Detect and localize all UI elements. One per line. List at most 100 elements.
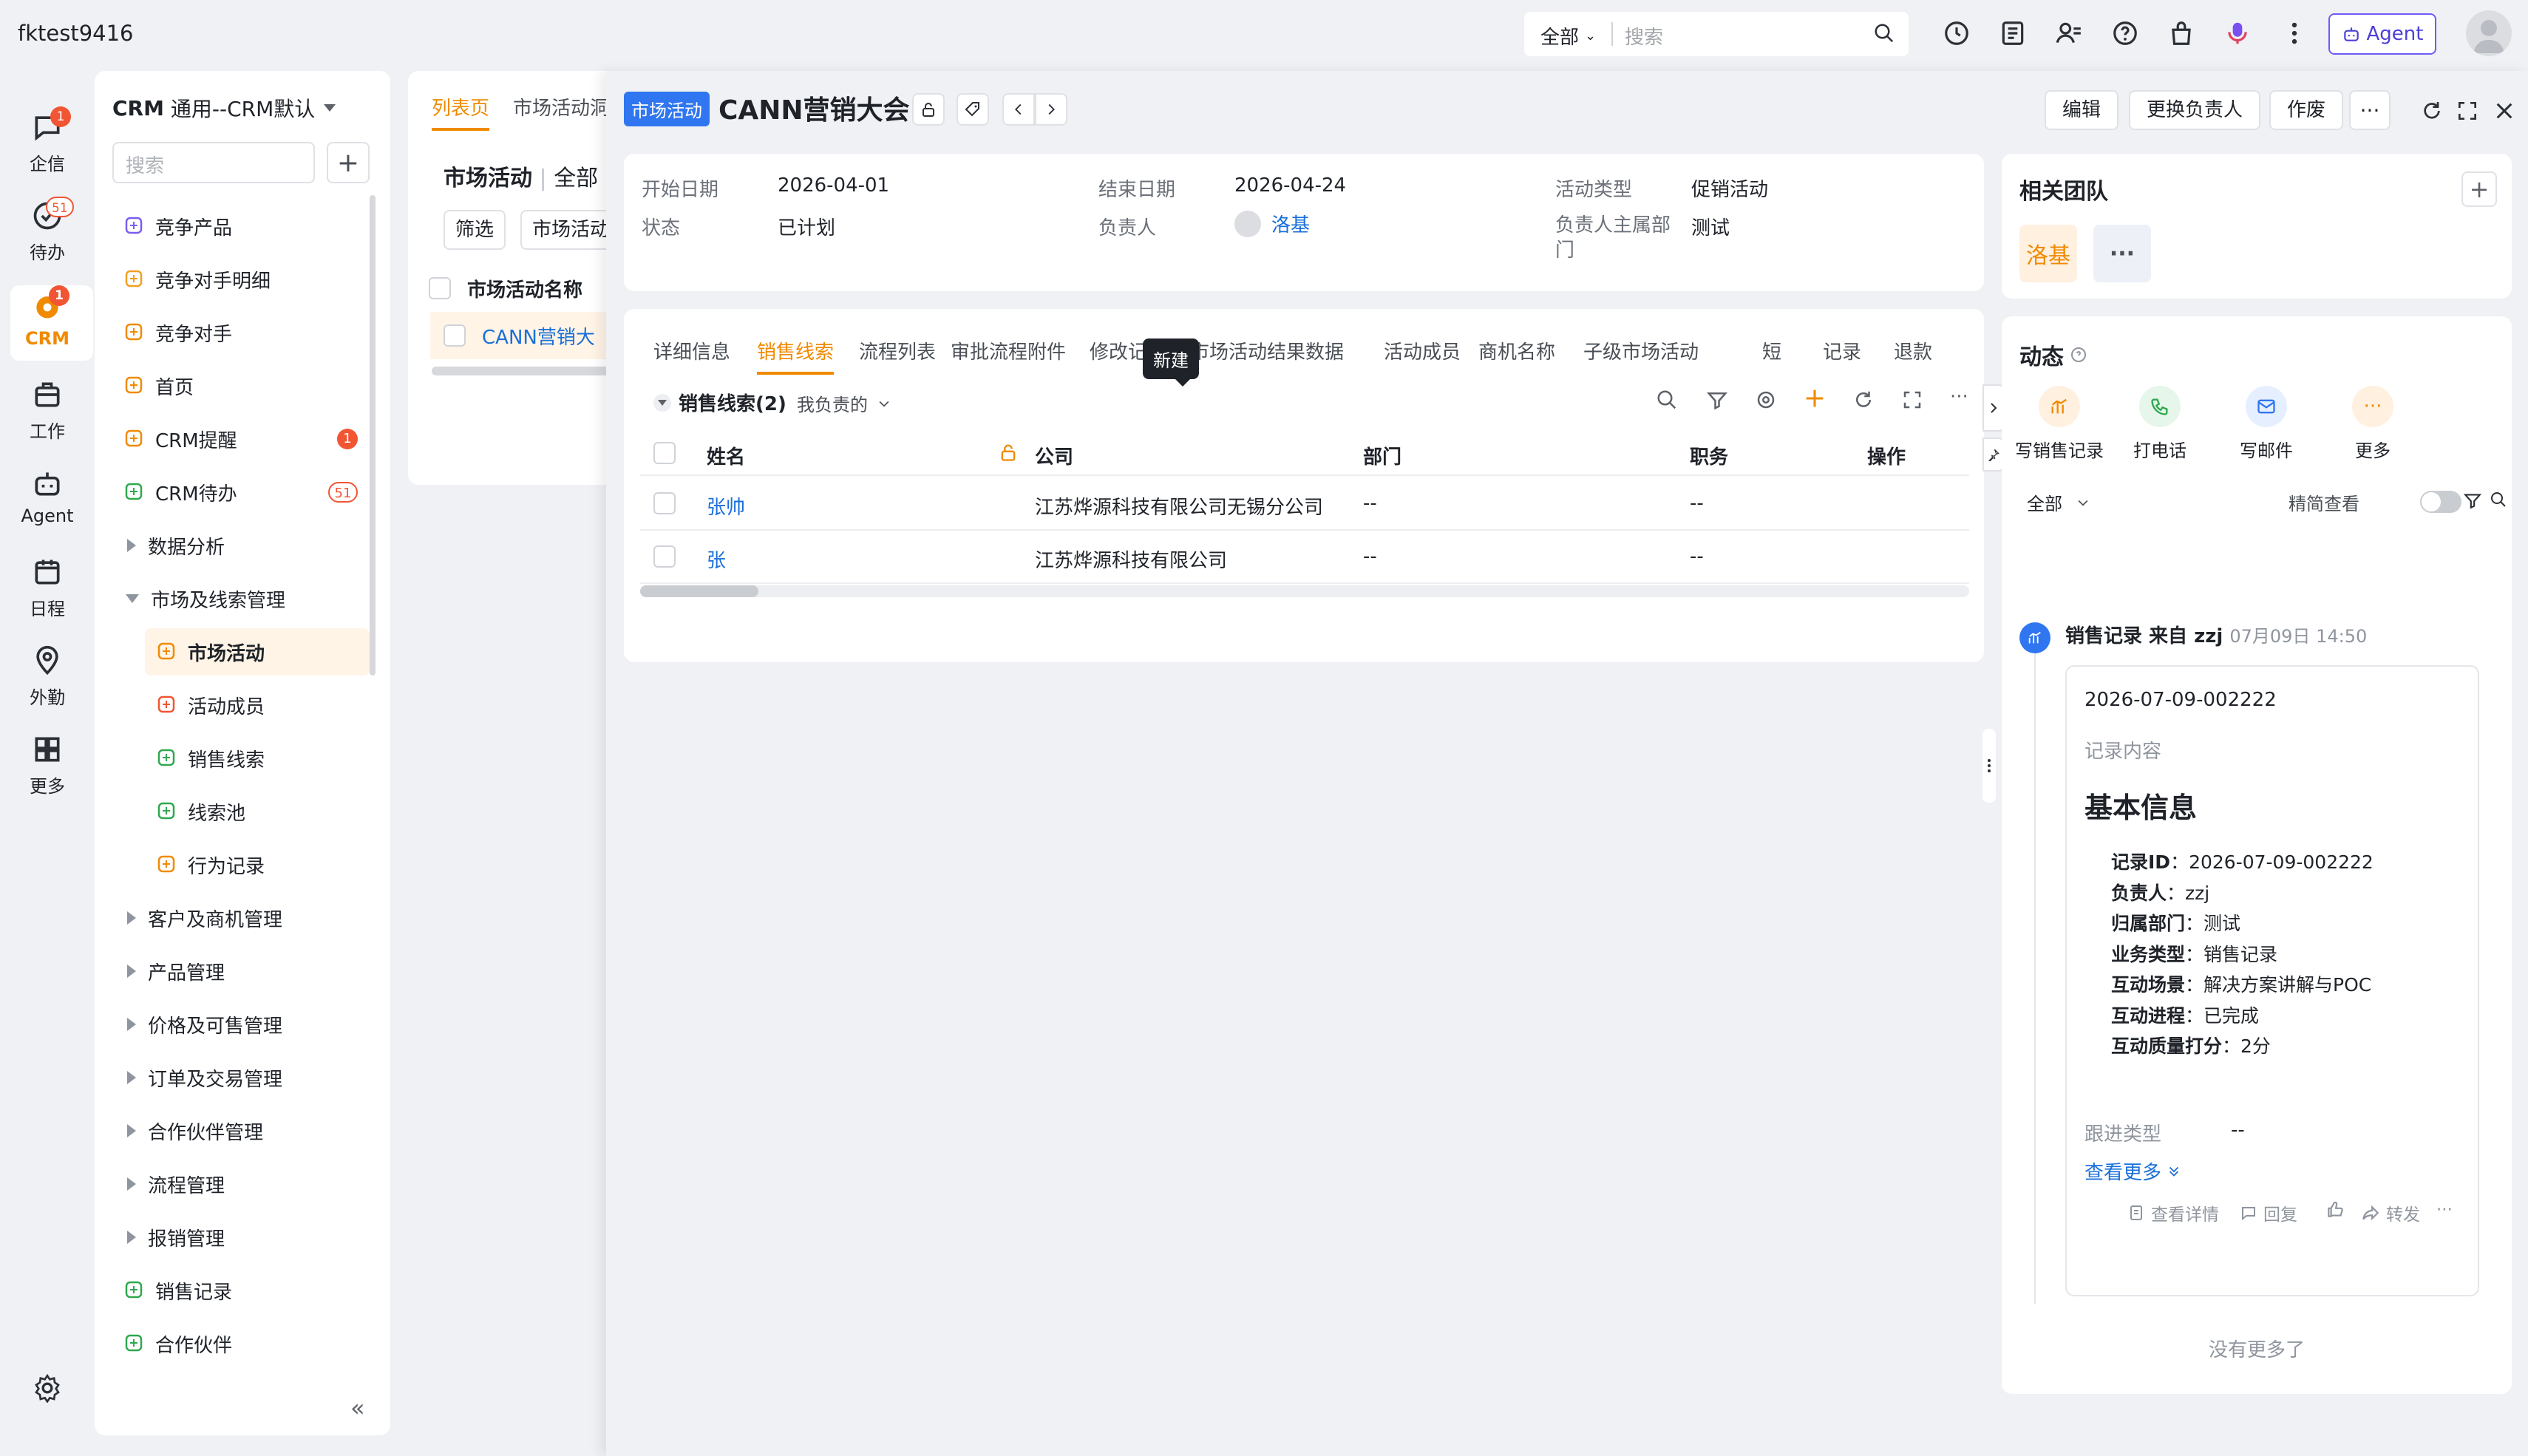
next-record-icon[interactable] <box>1035 93 1067 126</box>
menu-scrollbar[interactable] <box>370 195 376 676</box>
menu-item[interactable]: CRM待办 51 <box>95 469 370 516</box>
menu-item[interactable]: 活动成员 <box>95 681 370 729</box>
collapse-menu-button[interactable]: « <box>350 1394 365 1422</box>
global-search[interactable]: 全部 ⌄ 搜索 <box>1524 12 1909 56</box>
menu-item[interactable]: 市场及线索管理 <box>95 575 370 622</box>
view-detail-button[interactable]: 查看详情 <box>2127 1200 2219 1225</box>
tab-12[interactable]: 退款 <box>1894 337 1932 364</box>
table-row[interactable]: CANN营销大 <box>430 312 630 359</box>
table-row[interactable]: 张 江苏烨源科技有限公司 -- -- <box>640 531 1969 584</box>
menu-item[interactable]: 客户及商机管理 <box>95 894 370 942</box>
rail-item-messages[interactable]: 企信 1 <box>0 106 95 175</box>
call-action[interactable]: 打电话 <box>2116 386 2204 462</box>
see-more-link[interactable]: 查看更多 <box>2084 1157 2182 1185</box>
search-icon[interactable] <box>1656 389 1678 411</box>
change-owner-button[interactable]: 更换负责人 <box>2129 90 2261 130</box>
menu-item[interactable]: 合作伙伴管理 <box>95 1107 370 1154</box>
menu-item[interactable]: CRM提醒 1 <box>95 415 370 463</box>
rail-item-calendar[interactable]: 日程 <box>0 556 95 620</box>
fullscreen-icon[interactable] <box>1901 389 1923 411</box>
fullscreen-icon[interactable] <box>2456 99 2479 123</box>
rail-item-todo[interactable]: 待办 51 <box>0 197 95 264</box>
refresh-icon[interactable] <box>2420 99 2444 123</box>
tab-2[interactable]: 流程列表 <box>859 337 936 364</box>
rail-item-more[interactable]: 更多 <box>0 733 95 797</box>
more-horizontal-icon[interactable]: ··· <box>2436 1200 2453 1219</box>
search-scope-select[interactable]: 全部 ⌄ <box>1540 22 1596 50</box>
more-horizontal-icon[interactable]: ··· <box>1950 386 1968 408</box>
close-icon[interactable] <box>2493 99 2516 123</box>
info-icon[interactable] <box>2070 346 2087 364</box>
tab-1[interactable]: 销售线索 <box>757 337 835 375</box>
menu-add-button[interactable]: + <box>327 142 370 183</box>
tab-9[interactable]: 子级市场活动 <box>1583 337 1699 364</box>
menu-item[interactable]: 首页 <box>95 362 370 409</box>
select-all-checkbox[interactable] <box>429 277 451 299</box>
forward-button[interactable]: 转发 <box>2361 1200 2420 1225</box>
scroll-thumb[interactable] <box>640 585 758 597</box>
rail-item-agent[interactable]: Agent <box>0 467 95 526</box>
refresh-icon[interactable] <box>1852 389 1875 411</box>
row-checkbox[interactable] <box>653 492 676 514</box>
menu-item[interactable]: 竞争产品 <box>95 203 370 250</box>
add-team-member-button[interactable]: + <box>2461 171 2497 207</box>
tab-insight[interactable]: 市场活动洞 <box>513 93 609 120</box>
table-row[interactable]: 张帅 江苏烨源科技有限公司无锡分公司 -- -- <box>640 477 1969 531</box>
menu-item[interactable]: 竞争对手明细 <box>95 256 370 303</box>
menu-item[interactable]: 线索池 <box>95 788 370 835</box>
rail-item-field[interactable]: 外勤 <box>0 644 95 709</box>
write-sales-record-action[interactable]: 写销售记录 <box>2015 386 2104 462</box>
tab-7[interactable]: 活动成员 <box>1384 337 1461 364</box>
horizontal-scrollbar[interactable] <box>640 585 1969 597</box>
menu-item[interactable]: 产品管理 <box>95 948 370 995</box>
menu-search-input[interactable]: 搜索 <box>112 142 315 183</box>
tab-list-page[interactable]: 列表页 <box>432 93 490 131</box>
menu-item[interactable]: 市场活动 <box>145 628 370 676</box>
horizontal-scrollbar[interactable] <box>432 367 630 375</box>
tab-10[interactable]: 短 <box>1762 337 1781 364</box>
tab-3[interactable]: 审批流程 <box>951 337 1027 364</box>
record-card[interactable]: 2026-07-09-002222 记录内容 基本信息 记录ID：2026-07… <box>2065 665 2479 1296</box>
tab-4[interactable]: 附件 <box>1027 337 1066 364</box>
history-icon[interactable] <box>1943 19 1971 47</box>
menu-item[interactable]: 销售线索 <box>95 735 370 782</box>
menu-item[interactable]: 订单及交易管理 <box>95 1054 370 1101</box>
void-button[interactable]: 作废 <box>2269 90 2344 130</box>
row-checkbox[interactable] <box>653 545 676 568</box>
tag-icon[interactable] <box>957 93 989 126</box>
user-avatar[interactable] <box>2466 10 2512 56</box>
prev-record-icon[interactable] <box>1002 93 1035 126</box>
tab-0[interactable]: 详细信息 <box>653 337 730 364</box>
reply-button[interactable]: 回复 <box>2240 1200 2297 1225</box>
more-vertical-icon[interactable] <box>2287 19 2302 47</box>
filter-button[interactable]: 筛选 <box>444 210 506 250</box>
notes-icon[interactable] <box>1999 19 2027 47</box>
search-icon[interactable] <box>2490 491 2507 508</box>
search-input[interactable]: 搜索 <box>1625 22 1663 50</box>
search-icon[interactable] <box>1873 22 1895 44</box>
menu-item[interactable]: 价格及可售管理 <box>95 1001 370 1048</box>
menu-item[interactable]: 销售记录 <box>95 1267 370 1314</box>
help-icon[interactable] <box>2111 19 2139 47</box>
team-more-button[interactable]: ··· <box>2093 225 2151 282</box>
rail-item-crm[interactable]: CRM 1 <box>0 285 95 349</box>
feed-type-filter[interactable]: 全部 <box>2027 489 2090 515</box>
edit-button[interactable]: 编辑 <box>2045 90 2119 130</box>
more-actions-button[interactable]: ··· <box>2349 90 2391 130</box>
like-icon[interactable] <box>2325 1200 2345 1219</box>
ai-assistant-icon[interactable] <box>2223 19 2252 47</box>
tab-6[interactable]: 市场活动结果数据 <box>1190 337 1344 364</box>
store-icon[interactable] <box>2167 19 2195 47</box>
lock-icon[interactable] <box>912 93 945 126</box>
app-switcher[interactable]: CRM 通用--CRM默认 <box>112 93 336 123</box>
rail-item-work[interactable]: 工作 <box>0 378 95 443</box>
select-all-checkbox[interactable] <box>653 442 676 464</box>
row-checkbox[interactable] <box>444 324 466 347</box>
settings-icon[interactable] <box>33 1373 62 1403</box>
tab-8[interactable]: 商机名称 <box>1478 337 1555 364</box>
tab-11[interactable]: 记录 <box>1823 337 1861 364</box>
add-icon[interactable] <box>1802 386 1827 411</box>
menu-item[interactable]: 流程管理 <box>95 1160 370 1208</box>
owner-filter-select[interactable]: 我负责的 <box>797 390 891 416</box>
filter-icon[interactable] <box>1706 389 1728 411</box>
